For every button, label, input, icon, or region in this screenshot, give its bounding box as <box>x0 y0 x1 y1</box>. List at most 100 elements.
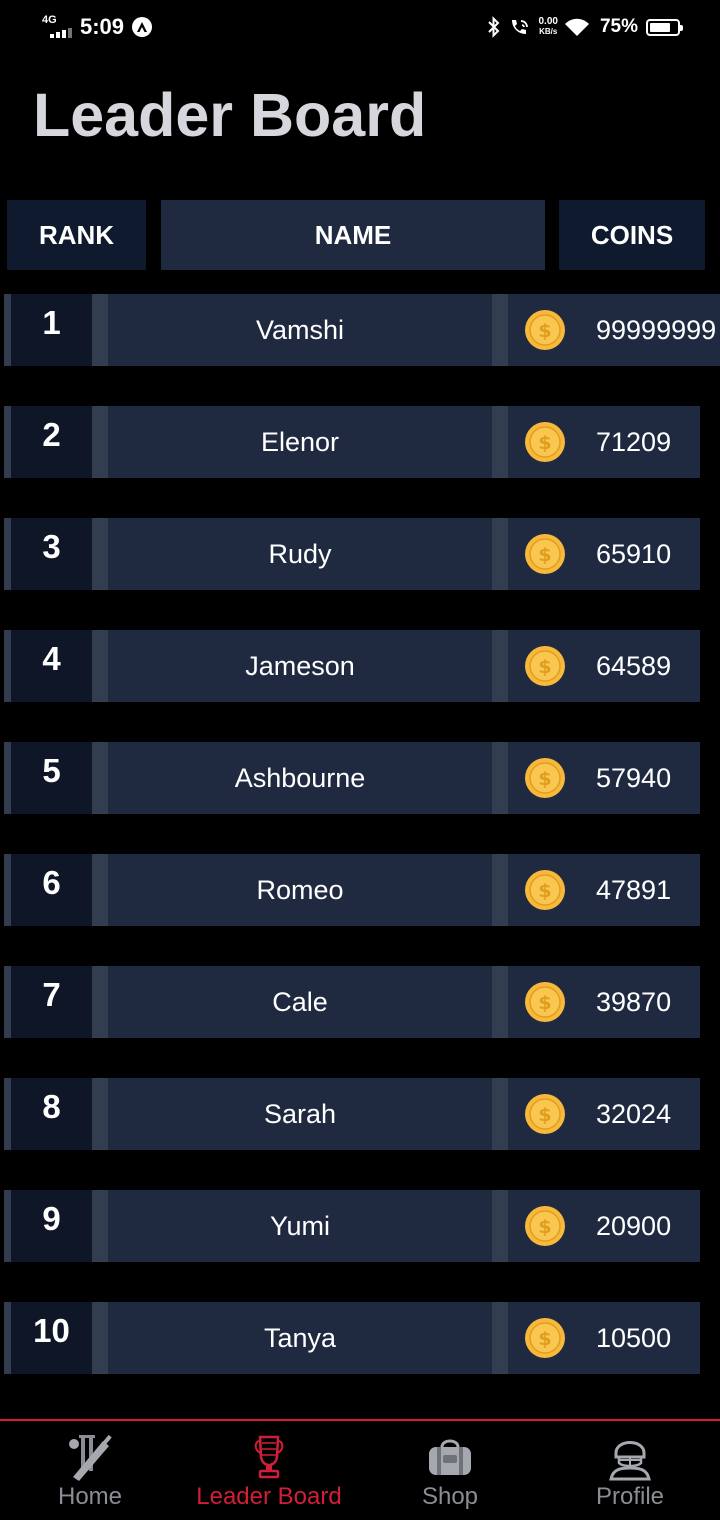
player-name: Sarah <box>108 1078 492 1150</box>
svg-text:$: $ <box>538 432 551 454</box>
row-separator <box>92 854 108 926</box>
nav-shop-label: Shop <box>421 1483 479 1510</box>
header-name: NAME <box>161 200 545 270</box>
player-name: Yumi <box>108 1190 492 1262</box>
row-accent-stripe <box>4 1190 11 1262</box>
player-name: Ashbourne <box>108 742 492 814</box>
rank-cell: 9 <box>11 1190 92 1262</box>
coin-icon: $ <box>525 1318 565 1358</box>
nav-home[interactable]: Home <box>40 1421 140 1520</box>
page-title: Leader Board <box>33 81 427 149</box>
row-accent-stripe <box>4 742 11 814</box>
player-name: Jameson <box>108 630 492 702</box>
header-coins: COINS <box>559 200 705 270</box>
coin-count: 71209 <box>596 426 672 457</box>
coin-count: 32024 <box>596 1098 672 1129</box>
row-separator <box>492 518 508 590</box>
rank-value: 4 <box>42 640 61 677</box>
rank-cell: 2 <box>11 406 92 478</box>
kit-bag-icon <box>429 1439 471 1475</box>
coin-icon: $ <box>525 982 565 1022</box>
rank-cell: 6 <box>11 854 92 926</box>
rank-cell: 5 <box>11 742 92 814</box>
status-bar-left: 4G 5:09 <box>42 14 153 40</box>
coins-cell: $20900 <box>508 1190 700 1262</box>
coin-icon: $ <box>525 1206 565 1246</box>
status-bar: 4G 5:09 0.00 KB/s 75% <box>0 0 720 58</box>
coin-icon: $ <box>525 310 565 350</box>
row-accent-stripe <box>4 1302 11 1374</box>
svg-text:$: $ <box>538 1216 551 1238</box>
coin-count: 20900 <box>596 1210 672 1241</box>
nav-profile-label: Profile <box>595 1483 665 1510</box>
leaderboard-row: 4 Jameson $64589 <box>4 630 700 702</box>
svg-text:$: $ <box>538 1104 551 1126</box>
rank-value: 10 <box>33 1312 70 1349</box>
player-name: Rudy <box>108 518 492 590</box>
row-separator <box>492 966 508 1038</box>
rank-cell: 3 <box>11 518 92 590</box>
rank-cell: 8 <box>11 1078 92 1150</box>
rank-cell: 4 <box>11 630 92 702</box>
leaderboard-row: 8 Sarah $32024 <box>4 1078 700 1150</box>
row-separator <box>92 1190 108 1262</box>
nav-shop[interactable]: Shop <box>400 1421 500 1520</box>
player-name: Elenor <box>108 406 492 478</box>
coins-cell: $39870 <box>508 966 700 1038</box>
row-separator <box>492 406 508 478</box>
rank-value: 7 <box>42 976 61 1013</box>
nav-home-label: Home <box>57 1483 123 1510</box>
rank-cell: 10 <box>11 1302 92 1374</box>
row-separator <box>92 742 108 814</box>
row-separator <box>492 1190 508 1262</box>
rank-value: 1 <box>42 304 61 341</box>
row-separator <box>492 294 508 366</box>
network-speed: 0.00 KB/s <box>539 17 558 37</box>
coins-cell: $32024 <box>508 1078 700 1150</box>
cellular-signal-icon: 4G <box>42 14 72 40</box>
coins-cell: $71209 <box>508 406 700 478</box>
battery-icon <box>646 18 683 36</box>
row-accent-stripe <box>4 630 11 702</box>
row-separator <box>92 518 108 590</box>
coin-count: 47891 <box>596 874 672 905</box>
coins-cell: $65910 <box>508 518 700 590</box>
row-accent-stripe <box>4 518 11 590</box>
coin-icon: $ <box>525 646 565 686</box>
nav-leader-board-label: Leader Board <box>196 1483 342 1510</box>
row-accent-stripe <box>4 406 11 478</box>
row-separator <box>492 1078 508 1150</box>
rank-value: 9 <box>42 1200 61 1237</box>
leaderboard-row: 6 Romeo $47891 <box>4 854 700 926</box>
svg-text:$: $ <box>538 656 551 678</box>
leaderboard-row: 2 Elenor $71209 <box>4 406 700 478</box>
row-separator <box>92 1078 108 1150</box>
coin-count: 10500 <box>596 1322 672 1353</box>
row-separator <box>492 630 508 702</box>
wifi-icon <box>564 18 589 36</box>
row-separator <box>92 406 108 478</box>
rank-value: 5 <box>42 752 61 789</box>
nav-profile[interactable]: Profile <box>580 1421 680 1520</box>
leaderboard-row: 3 Rudy $65910 <box>4 518 700 590</box>
bottom-nav: Home Leader Board Shop Profile <box>0 1419 720 1520</box>
leaderboard-row: 5 Ashbourne $57940 <box>4 742 700 814</box>
coin-icon: $ <box>525 870 565 910</box>
row-separator <box>492 854 508 926</box>
cricket-bat-icon <box>69 1434 112 1481</box>
nav-leader-board[interactable]: Leader Board <box>189 1421 349 1520</box>
coin-count: 64589 <box>596 650 672 681</box>
speed-unit: KB/s <box>539 27 558 36</box>
bluetooth-icon <box>487 16 499 38</box>
coin-count: 39870 <box>596 986 672 1017</box>
status-bar-right: 0.00 KB/s 75% <box>487 16 683 38</box>
coins-cell: $10500 <box>508 1302 700 1374</box>
svg-text:$: $ <box>538 768 551 790</box>
player-name: Vamshi <box>108 294 492 366</box>
svg-text:$: $ <box>538 992 551 1014</box>
wifi-calling-icon <box>511 20 528 34</box>
svg-text:$: $ <box>538 544 551 566</box>
header-rank: RANK <box>7 200 146 270</box>
player-name: Tanya <box>108 1302 492 1374</box>
rank-value: 6 <box>42 864 61 901</box>
